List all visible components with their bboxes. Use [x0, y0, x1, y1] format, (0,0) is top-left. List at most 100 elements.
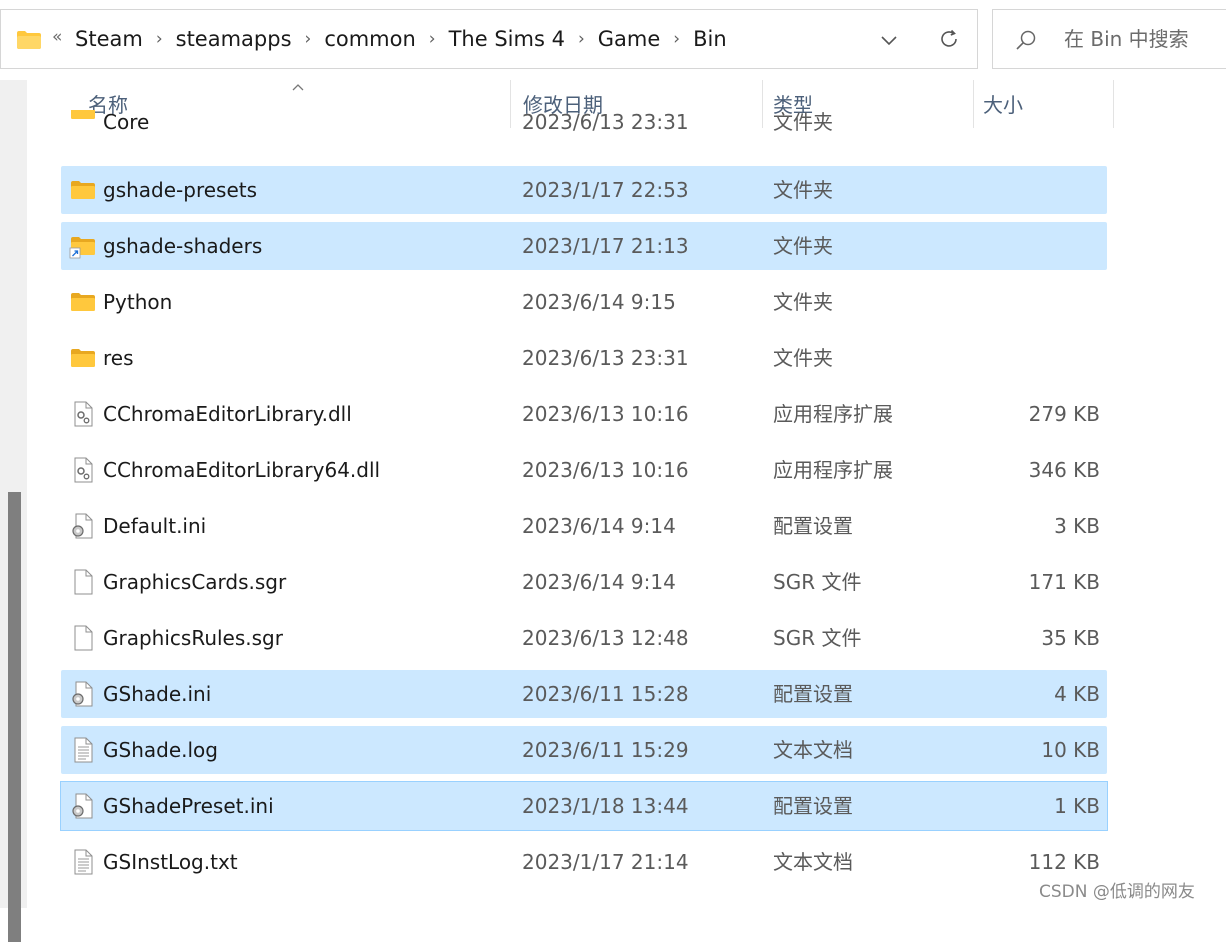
file-type: 文件夹	[773, 110, 833, 134]
file-name: CChromaEditorLibrary64.dll	[103, 458, 381, 482]
file-type: 文本文档	[773, 850, 853, 874]
file-name: res	[103, 346, 134, 370]
text-file-icon	[69, 736, 97, 764]
file-type: 配置设置	[773, 682, 853, 706]
list-item[interactable]: gshade-shaders 2023/1/17 21:13 文件夹	[61, 222, 1107, 270]
file-date: 2023/6/14 9:14	[522, 514, 676, 538]
list-item[interactable]: res 2023/6/13 23:31 文件夹	[61, 334, 1107, 382]
column-divider[interactable]	[1113, 80, 1114, 128]
folder-shortcut-icon	[69, 232, 97, 260]
file-type: 文件夹	[773, 234, 833, 258]
vertical-scrollbar[interactable]	[0, 80, 27, 942]
search-icon	[1016, 30, 1036, 50]
file-size: 1 KB	[1054, 794, 1100, 818]
file-type: 文本文档	[773, 738, 853, 762]
dll-file-icon	[69, 400, 97, 428]
file-type: SGR 文件	[773, 570, 862, 594]
file-name: GSInstLog.txt	[103, 850, 238, 874]
file-name: GraphicsCards.sgr	[103, 570, 287, 594]
file-size: 35 KB	[1041, 626, 1100, 650]
scrollbar-thumb[interactable]	[8, 492, 21, 942]
file-name: GShade.ini	[103, 682, 212, 706]
chevron-right-icon[interactable]: ›	[416, 29, 449, 49]
list-item[interactable]: Python 2023/6/14 9:15 文件夹	[61, 278, 1107, 326]
file-size: 279 KB	[1028, 402, 1100, 426]
refresh-icon[interactable]	[937, 27, 961, 51]
folder-icon	[69, 288, 97, 316]
address-bar[interactable]: « Steam › steamapps › common › The Sims …	[0, 9, 978, 69]
file-date: 2023/1/17 22:53	[522, 178, 689, 202]
list-item[interactable]: GShade.log 2023/6/11 15:29 文本文档 10 KB	[61, 726, 1107, 774]
settings-file-icon	[69, 680, 97, 708]
folder-icon	[69, 110, 97, 124]
toolbar: « Steam › steamapps › common › The Sims …	[0, 0, 1226, 80]
file-size: 3 KB	[1054, 514, 1100, 538]
file-name: Default.ini	[103, 514, 207, 538]
search-box[interactable]: 在 Bin 中搜索	[992, 9, 1226, 69]
search-input[interactable]: 在 Bin 中搜索	[1064, 10, 1189, 68]
list-item[interactable]: GSInstLog.txt 2023/1/17 21:14 文本文档 112 KB	[61, 838, 1107, 886]
chevron-right-icon[interactable]: ›	[292, 29, 325, 49]
file-type: 应用程序扩展	[773, 458, 893, 482]
file-type: 文件夹	[773, 178, 833, 202]
file-type: 文件夹	[773, 290, 833, 314]
breadcrumb-item-common[interactable]: common	[324, 27, 415, 51]
file-size: 10 KB	[1041, 738, 1100, 762]
file-name: gshade-shaders	[103, 234, 263, 258]
list-item[interactable]: gshade-presets 2023/1/17 22:53 文件夹	[61, 166, 1107, 214]
file-name: Core	[103, 110, 150, 134]
list-item[interactable]: GraphicsRules.sgr 2023/6/13 12:48 SGR 文件 35…	[61, 614, 1107, 662]
file-size: 346 KB	[1028, 458, 1100, 482]
breadcrumb-overflow-button[interactable]: «	[52, 27, 62, 47]
list-item[interactable]: CChromaEditorLibrary.dll 2023/6/13 10:16 应…	[61, 390, 1107, 438]
chevron-right-icon[interactable]: ›	[143, 29, 176, 49]
chevron-down-icon[interactable]	[879, 30, 899, 50]
sort-ascending-icon	[292, 84, 304, 91]
watermark: CSDN @低调的网友	[1039, 882, 1195, 902]
file-name: CChromaEditorLibrary.dll	[103, 402, 352, 426]
file-type: 文件夹	[773, 346, 833, 370]
file-date: 2023/1/17 21:13	[522, 234, 689, 258]
file-type: 应用程序扩展	[773, 402, 893, 426]
breadcrumb-item-the-sims-4[interactable]: The Sims 4	[449, 27, 565, 51]
dll-file-icon	[69, 456, 97, 484]
chevron-right-icon[interactable]: ›	[565, 29, 598, 49]
breadcrumb-item-bin[interactable]: Bin	[693, 27, 727, 51]
file-name: Python	[103, 290, 173, 314]
file-date: 2023/6/11 15:29	[522, 738, 689, 762]
folder-icon	[17, 31, 41, 49]
file-date: 2023/1/18 13:44	[522, 794, 689, 818]
file-date: 2023/6/13 23:31	[522, 110, 689, 134]
list-item[interactable]: Default.ini 2023/6/14 9:14 配置设置 3 KB	[61, 502, 1107, 550]
file-size: 171 KB	[1028, 570, 1100, 594]
file-size: 4 KB	[1054, 682, 1100, 706]
file-name: gshade-presets	[103, 178, 258, 202]
blank-file-icon	[69, 568, 97, 596]
list-item-partial[interactable]	[61, 886, 1107, 908]
list-item[interactable]: CChromaEditorLibrary64.dll 2023/6/13 10:1…	[61, 446, 1107, 494]
file-name: GShadePreset.ini	[103, 794, 274, 818]
chevron-right-icon[interactable]: ›	[660, 29, 693, 49]
file-date: 2023/6/14 9:14	[522, 570, 676, 594]
list-item[interactable]: GShadePreset.ini 2023/1/18 13:44 配置设置 1 KB	[60, 781, 1108, 831]
file-date: 2023/6/13 23:31	[522, 346, 689, 370]
settings-file-icon	[69, 512, 97, 540]
file-type: 配置设置	[773, 514, 853, 538]
file-date: 2023/6/14 9:15	[522, 290, 676, 314]
blank-file-icon	[69, 624, 97, 652]
file-date: 2023/6/11 15:28	[522, 682, 689, 706]
text-file-icon	[69, 848, 97, 876]
breadcrumb-item-steamapps[interactable]: steamapps	[176, 27, 292, 51]
list-item[interactable]: Core 2023/6/13 23:31 文件夹	[61, 110, 1107, 134]
folder-icon	[69, 176, 97, 204]
breadcrumb-item-game[interactable]: Game	[598, 27, 661, 51]
file-name: GraphicsRules.sgr	[103, 626, 283, 650]
file-type: SGR 文件	[773, 626, 862, 650]
list-item[interactable]: GraphicsCards.sgr 2023/6/14 9:14 SGR 文件 171…	[61, 558, 1107, 606]
folder-icon	[69, 344, 97, 372]
file-date: 2023/6/13 10:16	[522, 458, 689, 482]
list-item[interactable]: GShade.ini 2023/6/11 15:28 配置设置 4 KB	[61, 670, 1107, 718]
breadcrumb-item-steam[interactable]: Steam	[75, 27, 143, 51]
file-name: GShade.log	[103, 738, 218, 762]
file-date: 2023/6/13 12:48	[522, 626, 689, 650]
